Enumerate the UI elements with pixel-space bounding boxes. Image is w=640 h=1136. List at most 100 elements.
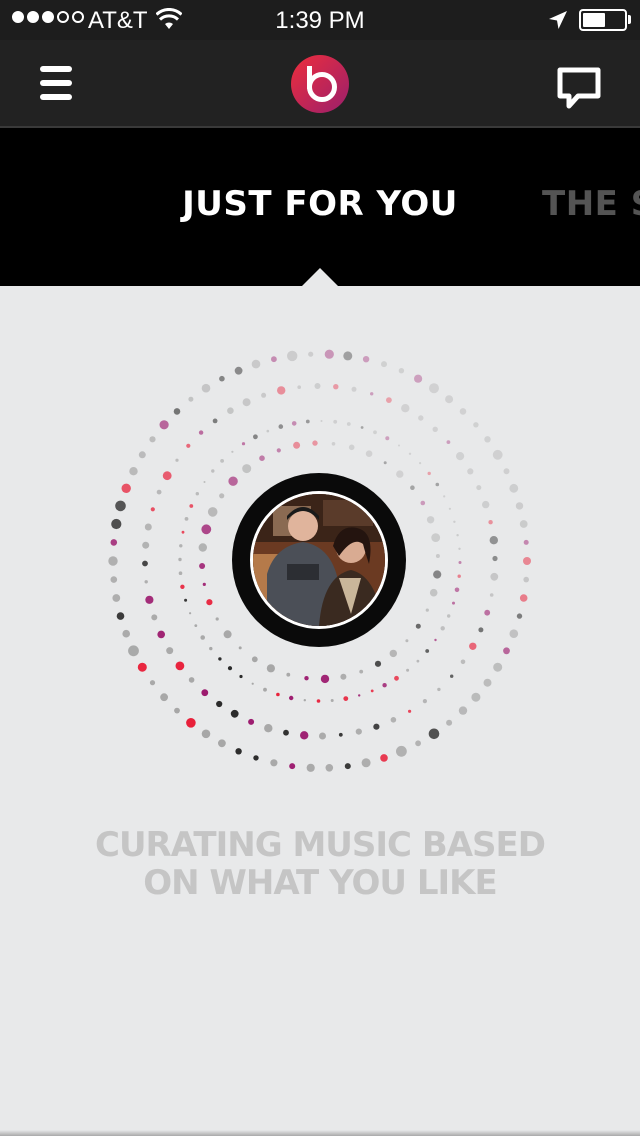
ring-dot — [458, 706, 468, 715]
loading-message-line-1: CURATING MUSIC BASED — [95, 825, 546, 865]
ring-dot — [358, 694, 361, 697]
ring-dot — [340, 673, 347, 680]
ring-dot — [289, 695, 294, 701]
ring-dot — [175, 661, 185, 671]
ring-dot — [437, 687, 441, 692]
ring-dot — [374, 660, 382, 667]
loading-message-line-2: ON WHAT YOU LIKE — [143, 863, 498, 903]
ring-dot — [128, 645, 139, 657]
ring-dot — [151, 614, 158, 621]
battery-cap — [628, 15, 631, 24]
ring-dot — [469, 642, 477, 650]
ring-dot — [445, 395, 454, 404]
ring-dot — [111, 518, 122, 530]
ring-dot — [370, 689, 374, 693]
ring-dot — [149, 436, 156, 443]
ring-dot — [235, 748, 242, 755]
ring-dot — [359, 669, 364, 674]
ring-dot — [115, 500, 126, 512]
ring-dot — [454, 587, 460, 593]
ring-dot — [457, 574, 461, 578]
ring-dot — [503, 647, 510, 655]
ring-dot — [431, 533, 441, 542]
ring-dot — [488, 520, 493, 525]
ring-dot — [180, 584, 185, 589]
tab-next[interactable]: THE S — [542, 184, 640, 224]
ring-dot — [490, 572, 499, 581]
ring-dot — [178, 571, 183, 575]
bottom-edge-shadow — [0, 1130, 640, 1136]
ring-dot — [116, 612, 125, 620]
ring-dot — [351, 386, 357, 392]
ring-dot — [276, 448, 281, 453]
ring-dot — [110, 539, 118, 546]
ring-dot — [416, 659, 420, 663]
ring-dot — [122, 629, 130, 638]
ring-dot — [398, 368, 405, 374]
ring-dot — [228, 476, 238, 486]
ring-dot — [112, 594, 121, 602]
ring-dot — [304, 676, 309, 681]
ring-dot — [467, 468, 474, 475]
ring-dot — [426, 516, 435, 524]
ring-dot — [108, 556, 118, 566]
ring-dot — [239, 674, 243, 679]
ring-dot — [389, 649, 397, 658]
ring-dot — [300, 731, 309, 740]
ring-dot — [343, 696, 349, 701]
ring-dot — [483, 678, 492, 687]
ring-dot — [365, 450, 373, 457]
ring-dot — [344, 763, 351, 770]
ring-dot — [129, 467, 138, 476]
ring-dot — [446, 719, 453, 726]
ring-dot — [181, 530, 185, 534]
main-content: CURATING MUSIC BASED ON WHAT YOU LIKE — [0, 286, 640, 1136]
ring-dot — [194, 624, 198, 627]
ring-dot — [492, 555, 498, 562]
beats-logo[interactable] — [290, 54, 350, 114]
ring-dot — [452, 601, 455, 605]
ring-dot — [200, 635, 205, 640]
ring-dot — [398, 444, 400, 447]
ring-dot — [174, 707, 180, 714]
ring-dot — [456, 452, 465, 461]
ring-dot — [166, 647, 174, 655]
ring-dot — [458, 561, 462, 564]
ring-dot — [157, 630, 165, 639]
status-bar: AT&T 1:39 PM — [0, 0, 640, 40]
ring-dot — [201, 729, 211, 739]
ring-dot — [422, 699, 427, 704]
ring-dot — [515, 502, 524, 510]
ring-dot — [406, 668, 410, 672]
ring-dot — [415, 623, 421, 629]
ring-dot — [195, 492, 199, 496]
ring-dot — [401, 404, 410, 413]
ring-dot — [230, 709, 239, 718]
ring-dot — [289, 763, 296, 770]
ring-dot — [331, 442, 336, 446]
ring-dot — [478, 627, 484, 633]
ring-dot — [261, 392, 267, 398]
ring-dot — [138, 451, 146, 459]
ring-dot — [201, 524, 212, 535]
ring-dot — [248, 718, 255, 725]
ring-dot — [137, 662, 147, 672]
speech-bubble-icon[interactable] — [556, 66, 602, 110]
ring-dot — [428, 728, 440, 740]
ring-dot — [435, 554, 440, 558]
ring-dot — [144, 523, 152, 531]
ring-dot — [266, 429, 270, 433]
ring-dot — [523, 557, 531, 565]
ring-dot — [383, 461, 387, 465]
ring-dot — [156, 489, 162, 495]
hamburger-menu-icon[interactable] — [40, 66, 72, 100]
ring-dot — [186, 718, 196, 728]
ring-dot — [320, 674, 330, 684]
ring-dot — [209, 646, 213, 651]
ring-dot — [207, 507, 218, 517]
ring-dot — [188, 677, 195, 683]
ring-dot — [419, 462, 422, 465]
ring-dot — [223, 630, 232, 639]
ring-dot — [429, 588, 438, 597]
ring-dot — [484, 609, 491, 616]
